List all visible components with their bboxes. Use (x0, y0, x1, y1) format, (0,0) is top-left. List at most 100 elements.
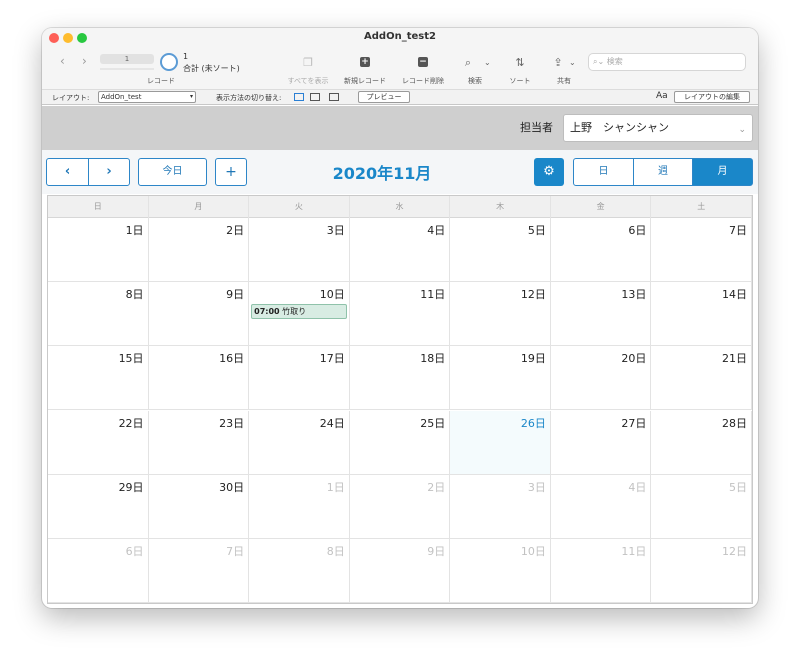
day-number: 2日 (427, 480, 446, 494)
current-record-field[interactable]: 1 (100, 54, 154, 64)
calendar-day-cell[interactable]: 5日 (651, 474, 752, 539)
calendar-day-cell[interactable]: 10日 (450, 538, 551, 603)
day-number: 3日 (527, 480, 546, 494)
calendar-day-cell[interactable]: 16日 (148, 346, 250, 411)
calendar-day-cell[interactable]: 7日 (651, 218, 752, 283)
search-placeholder: 検索 (606, 57, 623, 66)
calendar-day-cell[interactable]: 1日 (48, 218, 149, 283)
calendar-day-cell[interactable]: 8日 (48, 282, 149, 347)
calendar-day-cell[interactable]: 3日 (450, 474, 551, 539)
share-button[interactable]: 共有 (557, 76, 571, 86)
day-number: 16日 (219, 352, 245, 366)
calendar-day-cell[interactable]: 2日 (148, 218, 250, 283)
calendar-day-cell[interactable]: 15日 (48, 346, 149, 411)
sort-button[interactable]: ソート (510, 76, 531, 86)
weekday-label: 水 (350, 196, 451, 218)
calendar-day-cell[interactable]: 19日 (450, 346, 551, 411)
day-number: 12日 (520, 288, 546, 302)
calendar-day-cell[interactable]: 24日 (249, 410, 350, 475)
delete-record-button[interactable]: レコード削除 (402, 76, 444, 86)
calendar-day-cell[interactable]: 9日 (349, 538, 451, 603)
quick-find-field[interactable]: ⌕⌄ 検索 (588, 53, 746, 71)
calendar-day-cell[interactable]: 1日 (249, 474, 350, 539)
delete-record-icon[interactable]: − (418, 57, 428, 67)
table-view-icon[interactable] (329, 93, 339, 101)
list-view-icon[interactable] (310, 93, 320, 101)
weekday-header: 日月火水木金土 (48, 196, 752, 218)
calendar-day-cell[interactable]: 7日 (148, 538, 250, 603)
calendar-day-cell[interactable]: 23日 (148, 410, 250, 475)
day-number: 18日 (420, 352, 446, 366)
settings-button[interactable]: ⚙ (534, 158, 564, 186)
calendar-day-cell[interactable]: 12日 (651, 538, 752, 603)
calendar-day-cell[interactable]: 11日 (550, 538, 652, 603)
chevron-down-icon: ⌄ (738, 125, 746, 135)
day-number: 27日 (621, 416, 647, 430)
day-number: 8日 (125, 288, 144, 302)
share-chevron-down-icon[interactable]: ⌄ (569, 58, 576, 67)
calendar-day-cell[interactable]: 9日 (148, 282, 250, 347)
view-week-button[interactable]: 週 (633, 158, 693, 186)
calendar-day-cell[interactable]: 28日 (651, 410, 752, 475)
calendar-day-cell[interactable]: 30日 (148, 474, 250, 539)
show-all-icon[interactable]: ❐ (303, 56, 313, 69)
calendar-day-cell[interactable]: 18日 (349, 346, 451, 411)
calendar-day-cell-today[interactable]: 26日 (450, 410, 551, 475)
record-slider[interactable] (100, 68, 154, 70)
form-view-icon[interactable] (294, 93, 304, 101)
assignee-value: 上野 シャンシャン (570, 121, 669, 134)
calendar-day-cell[interactable]: 14日 (651, 282, 752, 347)
next-month-button[interactable]: › (88, 158, 130, 186)
calendar-day-cell[interactable]: 8日 (249, 538, 350, 603)
find-button[interactable]: 検索 (468, 76, 482, 86)
calendar-event[interactable]: 07:00 竹取り (251, 304, 348, 320)
calendar-day-cell[interactable]: 4日 (550, 474, 652, 539)
previous-record-icon[interactable]: ‹ (60, 54, 65, 68)
day-number: 11日 (621, 544, 647, 558)
day-number: 20日 (621, 352, 647, 366)
app-window: AddOn_test2 ‹ › 1 1 合計 (未ソート) レコード ❐ すべて… (42, 28, 758, 608)
view-day-button[interactable]: 日 (573, 158, 634, 186)
find-chevron-down-icon[interactable]: ⌄ (484, 58, 491, 67)
calendar-day-cell[interactable]: 29日 (48, 474, 149, 539)
calendar-day-cell[interactable]: 5日 (450, 218, 551, 283)
share-icon[interactable]: ⇪ (553, 56, 562, 69)
day-number: 25日 (420, 416, 446, 430)
day-number: 26日 (520, 416, 546, 430)
calendar-day-cell[interactable]: 17日 (249, 346, 350, 411)
day-number: 10日 (319, 288, 345, 302)
calendar-day-cell[interactable]: 20日 (550, 346, 652, 411)
show-all-button[interactable]: すべてを表示 (287, 76, 328, 86)
next-record-icon[interactable]: › (82, 54, 87, 68)
preview-button[interactable]: プレビュー (358, 91, 410, 103)
record-count: 1 (183, 52, 189, 61)
calendar-day-cell[interactable]: 27日 (550, 410, 652, 475)
add-event-button[interactable]: + (215, 158, 247, 186)
edit-layout-button[interactable]: レイアウトの編集 (674, 91, 750, 103)
find-icon[interactable]: ⌕ (465, 56, 471, 70)
calendar-day-cell[interactable]: 25日 (349, 410, 451, 475)
calendar-day-cell[interactable]: 13日 (550, 282, 652, 347)
assignee-select[interactable]: 上野 シャンシャン ⌄ (563, 114, 753, 142)
calendar-day-cell[interactable]: 2日 (349, 474, 451, 539)
calendar-day-cell[interactable]: 6日 (48, 538, 149, 603)
font-size-icon[interactable]: Aa (656, 91, 668, 101)
prev-month-button[interactable]: ‹ (46, 158, 89, 186)
calendar-day-cell[interactable]: 21日 (651, 346, 752, 411)
layout-select[interactable]: AddOn_test ▾ (98, 91, 196, 103)
sort-icon[interactable]: ⇅ (515, 56, 524, 69)
day-number: 1日 (326, 480, 345, 494)
calendar-day-cell[interactable]: 3日 (249, 218, 350, 283)
new-record-icon[interactable]: + (360, 57, 370, 67)
calendar-day-cell[interactable]: 11日 (349, 282, 451, 347)
calendar-day-cell[interactable]: 4日 (349, 218, 451, 283)
calendar-day-cell[interactable]: 22日 (48, 410, 149, 475)
view-month-button[interactable]: 月 (692, 158, 753, 186)
day-number: 7日 (728, 224, 747, 237)
today-button[interactable]: 今日 (138, 158, 207, 186)
calendar-day-cell[interactable]: 6日 (550, 218, 652, 283)
calendar-day-cell[interactable]: 12日 (450, 282, 551, 347)
calendar-day-cell[interactable]: 10日 07:00 竹取り (249, 282, 350, 347)
event-title: 竹取り (282, 307, 307, 317)
new-record-button[interactable]: 新規レコード (344, 76, 386, 86)
